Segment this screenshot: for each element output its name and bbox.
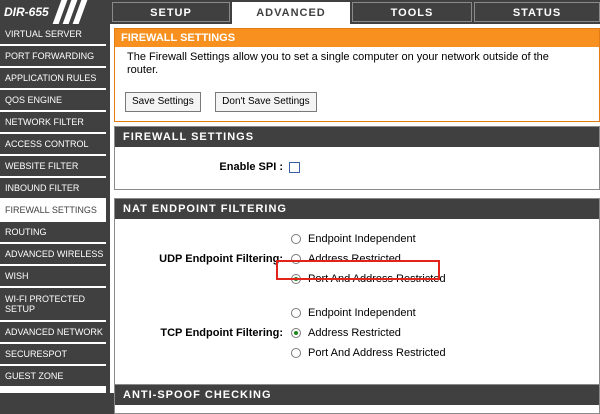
firewall-intro-title: FIREWALL SETTINGS	[115, 29, 599, 47]
nat-endpoint-filtering-panel: NAT ENDPOINT FILTERING UDP Endpoint Filt…	[114, 198, 600, 386]
sidebar-item-virtual-server[interactable]: VIRTUAL SERVER	[0, 24, 106, 44]
firewall-settings-panel: FIREWALL SETTINGS Enable SPI :	[114, 126, 600, 190]
sidebar-item-network-filter[interactable]: NETWORK FILTER	[0, 112, 106, 132]
sidebar-item-advanced-wireless[interactable]: ADVANCED WIRELESS	[0, 244, 106, 264]
radio-icon[interactable]	[291, 348, 301, 358]
udp-filtering-label: UDP Endpoint Filtering:	[159, 253, 283, 265]
udp-option-endpoint-independent[interactable]: Endpoint Independent	[291, 231, 416, 247]
enable-spi-checkbox[interactable]	[289, 162, 300, 173]
sidebar-item-inbound-filter[interactable]: INBOUND FILTER	[0, 178, 106, 198]
nav-tabs: SETUP ADVANCED TOOLS STATUS	[112, 0, 600, 24]
sidebar-item-routing[interactable]: ROUTING	[0, 222, 106, 242]
enable-spi-label: Enable SPI :	[219, 161, 283, 173]
firewall-settings-title: FIREWALL SETTINGS	[115, 127, 599, 147]
action-buttons: Save Settings Don't Save Settings	[125, 91, 327, 112]
anti-spoof-panel: ANTI-SPOOF CHECKING	[114, 384, 600, 414]
sidebar-item-guest-zone[interactable]: GUEST ZONE	[0, 366, 106, 386]
tab-status[interactable]: STATUS	[474, 2, 600, 22]
sidebar-item-access-control[interactable]: ACCESS CONTROL	[0, 134, 106, 154]
tcp-option-label: Address Restricted	[308, 327, 401, 339]
sidebar-item-qos-engine[interactable]: QOS ENGINE	[0, 90, 106, 110]
radio-selected-icon[interactable]	[291, 328, 301, 338]
main-content: FIREWALL SETTINGS The Firewall Settings …	[110, 24, 600, 414]
top-bar: DIR-655 SETUP ADVANCED TOOLS STATUS	[0, 0, 600, 24]
sidebar-item-wifi-protected-setup[interactable]: WI-FI PROTECTED SETUP	[0, 288, 106, 320]
tab-tools[interactable]: TOOLS	[352, 2, 472, 22]
anti-spoof-title: ANTI-SPOOF CHECKING	[115, 385, 599, 405]
tcp-option-address-restricted[interactable]: Address Restricted	[291, 325, 401, 341]
tab-setup[interactable]: SETUP	[112, 2, 230, 22]
firewall-intro-description: The Firewall Settings allow you to set a…	[127, 51, 549, 76]
sidebar-item-advanced-network[interactable]: ADVANCED NETWORK	[0, 322, 106, 342]
tcp-option-label: Endpoint Independent	[308, 307, 416, 319]
sidebar-item-website-filter[interactable]: WEBSITE FILTER	[0, 156, 106, 176]
tcp-option-label: Port And Address Restricted	[308, 347, 446, 359]
radio-icon[interactable]	[291, 308, 301, 318]
selection-highlight	[276, 260, 440, 280]
udp-option-label: Endpoint Independent	[308, 233, 416, 245]
sidebar-item-firewall-settings[interactable]: FIREWALL SETTINGS	[0, 200, 106, 220]
sidebar-item-port-forwarding[interactable]: PORT FORWARDING	[0, 46, 106, 66]
sidebar: VIRTUAL SERVER PORT FORWARDING APPLICATI…	[0, 24, 106, 393]
tab-advanced[interactable]: ADVANCED	[232, 2, 350, 24]
firewall-intro-panel: FIREWALL SETTINGS The Firewall Settings …	[114, 28, 600, 122]
tcp-option-endpoint-independent[interactable]: Endpoint Independent	[291, 305, 416, 321]
tcp-option-port-address-restricted[interactable]: Port And Address Restricted	[291, 345, 446, 361]
sidebar-item-application-rules[interactable]: APPLICATION RULES	[0, 68, 106, 88]
sidebar-item-securespot[interactable]: SECURESPOT	[0, 344, 106, 364]
save-settings-button[interactable]: Save Settings	[125, 92, 201, 112]
sidebar-item-wish[interactable]: WISH	[0, 266, 106, 286]
radio-icon[interactable]	[291, 234, 301, 244]
dont-save-settings-button[interactable]: Don't Save Settings	[215, 92, 317, 112]
tcp-filtering-label: TCP Endpoint Filtering:	[160, 327, 283, 339]
nat-endpoint-filtering-title: NAT ENDPOINT FILTERING	[115, 199, 599, 219]
